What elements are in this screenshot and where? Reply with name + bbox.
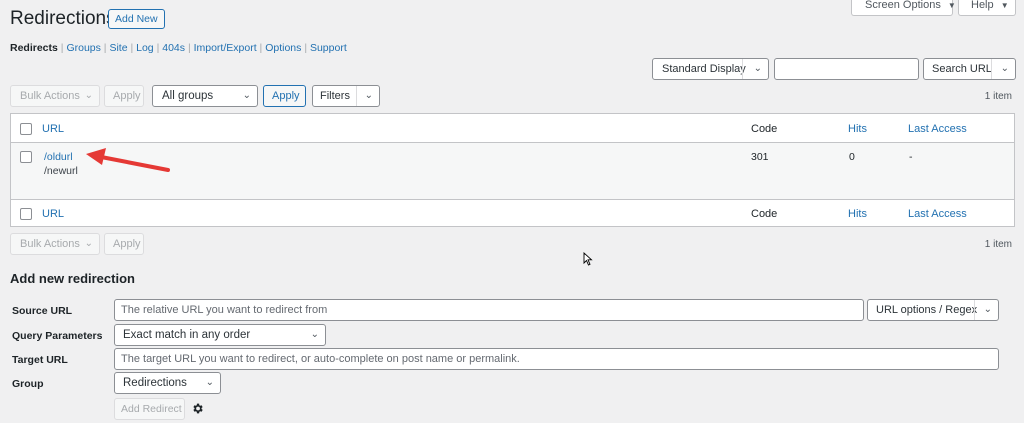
screen-options-button[interactable]: Screen Options ▼ [851, 0, 956, 16]
group-filter-value: All groups [162, 90, 214, 102]
table-footer: URL Code Hits Last Access [11, 201, 1014, 227]
column-hits-footer[interactable]: Hits [848, 208, 867, 220]
nav-404s[interactable]: 404s [162, 42, 185, 54]
nav-separator: | [304, 42, 308, 54]
display-mode-select[interactable]: Standard Display ⌄ [652, 58, 769, 80]
row-last-access: - [909, 151, 913, 163]
group-select[interactable]: Redirections ⌄ [114, 372, 221, 394]
column-last-access[interactable]: Last Access [908, 123, 967, 135]
screen-options-label: Screen Options [865, 0, 941, 11]
bulk-apply-button[interactable]: Apply [104, 85, 144, 107]
column-url-footer[interactable]: URL [42, 208, 64, 220]
add-redirect-button[interactable]: Add Redirect [114, 398, 185, 420]
url-options-select[interactable]: URL options / Regex ⌄ [867, 299, 999, 321]
source-url-link[interactable]: /oldurl [44, 151, 73, 163]
source-url-input[interactable]: The relative URL you want to redirect fr… [114, 299, 864, 321]
query-parameters-select[interactable]: Exact match in any order ⌄ [114, 324, 326, 346]
row-hits: 0 [849, 151, 855, 163]
chevron-down-icon: ⌄ [364, 90, 373, 101]
filter-apply-button[interactable]: Apply [263, 85, 306, 107]
chevron-down-icon: ⌄ [983, 304, 992, 315]
nav-separator: | [259, 42, 263, 54]
select-divider [991, 59, 992, 79]
search-url-select[interactable]: Search URL ⌄ [923, 58, 1016, 80]
bulk-actions-select[interactable]: Bulk Actions ⌄ [10, 85, 100, 107]
caret-down-icon: ▼ [947, 1, 956, 10]
bulk-apply-button-bottom[interactable]: Apply [104, 233, 144, 255]
nav-separator: | [103, 42, 107, 54]
select-divider [742, 59, 743, 79]
nav-import-export[interactable]: Import/Export [194, 42, 257, 54]
url-options-value: URL options / Regex [876, 304, 978, 316]
subsubsub-nav: Redirects | Groups | Site | Log | 404s |… [10, 42, 347, 54]
search-input[interactable] [774, 58, 919, 80]
nav-separator: | [187, 42, 191, 54]
chevron-down-icon: ⌄ [84, 238, 93, 249]
select-all-checkbox-footer[interactable] [20, 208, 32, 220]
bulk-actions-select-bottom[interactable]: Bulk Actions ⌄ [10, 233, 100, 255]
column-last-access-footer[interactable]: Last Access [908, 208, 967, 220]
mouse-cursor-icon [583, 252, 593, 266]
bulk-actions-value: Bulk Actions [20, 90, 80, 102]
source-url-label: Source URL [12, 305, 73, 317]
nav-support[interactable]: Support [310, 42, 347, 54]
caret-down-icon: ▼ [1000, 1, 1009, 10]
group-filter-select[interactable]: All groups ⌄ [152, 85, 258, 107]
column-code-footer: Code [751, 208, 778, 220]
item-count-bottom: 1 item [984, 239, 1012, 250]
nav-log[interactable]: Log [136, 42, 154, 54]
row-code: 301 [751, 151, 769, 163]
nav-separator: | [156, 42, 160, 54]
column-hits[interactable]: Hits [848, 123, 867, 135]
annotation-arrow-icon [86, 148, 170, 172]
target-url-label: Target URL [12, 354, 68, 366]
row-checkbox[interactable] [20, 151, 32, 163]
chevron-down-icon: ⌄ [1000, 63, 1009, 74]
add-new-button[interactable]: Add New [108, 9, 165, 29]
query-parameters-value: Exact match in any order [123, 329, 251, 341]
form-heading: Add new redirection [10, 271, 135, 286]
help-label: Help [971, 0, 994, 11]
select-all-checkbox[interactable] [20, 123, 32, 135]
target-url-input[interactable]: The target URL you want to redirect, or … [114, 348, 999, 370]
nav-separator: | [60, 42, 64, 54]
nav-options[interactable]: Options [265, 42, 301, 54]
chevron-down-icon: ⌄ [753, 63, 762, 74]
search-url-label: Search URL [932, 63, 992, 75]
display-mode-value: Standard Display [662, 63, 746, 75]
column-url[interactable]: URL [42, 123, 64, 135]
page-title: Redirections [10, 8, 116, 29]
item-count: 1 item [984, 91, 1012, 102]
nav-separator: | [130, 42, 134, 54]
chevron-down-icon: ⌄ [310, 329, 319, 340]
select-divider [974, 300, 975, 320]
select-divider [356, 86, 357, 106]
filters-label: Filters [320, 90, 350, 102]
bulk-actions-value: Bulk Actions [20, 238, 80, 250]
group-value: Redirections [123, 377, 187, 389]
table-header: URL Code Hits Last Access [11, 114, 1014, 143]
group-label: Group [12, 378, 44, 390]
query-parameters-label: Query Parameters [12, 330, 103, 342]
chevron-down-icon: ⌄ [242, 90, 251, 101]
help-button[interactable]: Help ▼ [958, 0, 1016, 16]
chevron-down-icon: ⌄ [205, 377, 214, 388]
nav-site[interactable]: Site [109, 42, 127, 54]
nav-redirects[interactable]: Redirects [10, 42, 58, 54]
filters-select[interactable]: Filters ⌄ [312, 85, 380, 107]
gear-icon[interactable] [191, 402, 204, 415]
column-code: Code [751, 123, 778, 135]
chevron-down-icon: ⌄ [84, 90, 93, 101]
nav-groups[interactable]: Groups [66, 42, 100, 54]
target-url-text: /newurl [44, 165, 78, 177]
